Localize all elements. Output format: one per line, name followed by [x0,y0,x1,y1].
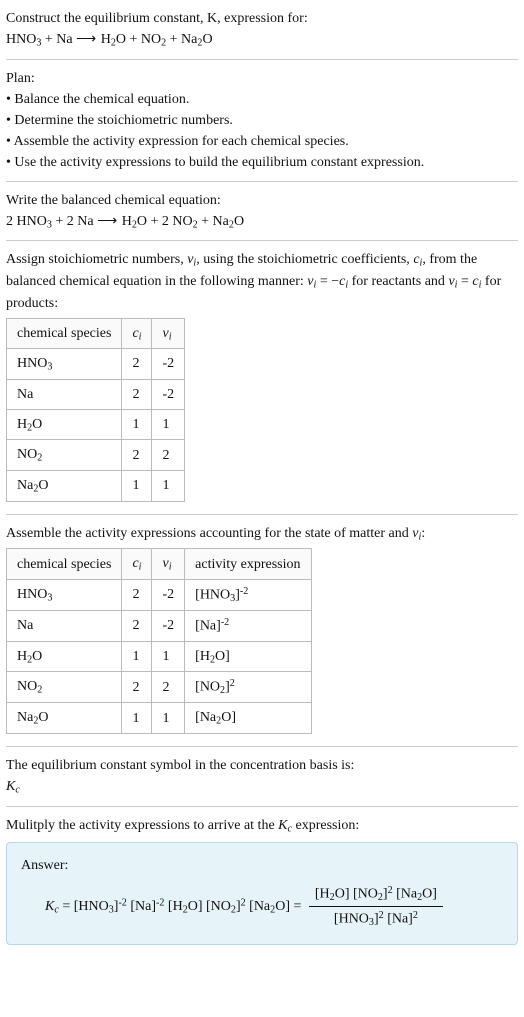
activity-table: chemical species ci νi activity expressi… [6,548,312,734]
kc-symbol-section: The equilibrium constant symbol in the c… [6,747,518,807]
answer-lhs: Kc = [HNO3]-2 [Na]-2 [H2O] [NO2]2 [Na2O]… [45,899,305,914]
cell-species: HNO3 [7,349,122,380]
cell-v: 1 [152,641,185,672]
cell-v: 2 [152,672,185,703]
col-ci: ci [122,318,152,349]
multiply-section: Mulitply the activity expressions to arr… [6,807,518,953]
intro-line1: Construct the equilibrium constant, K, e… [6,8,518,29]
cell-activity: [NO2]2 [185,672,311,703]
assign-text: Assign stoichiometric numbers, νi, using… [6,249,518,313]
cell-c: 1 [122,641,152,672]
beq-lhs: 2 HNO3 + 2 Na [6,214,94,229]
table-row: NO222 [7,440,185,471]
table-row: H2O11[H2O] [7,641,312,672]
cell-c: 2 [122,440,152,471]
plan-item: Balance the chemical equation. [6,89,518,110]
cell-v: -2 [152,611,185,642]
cell-v: 1 [152,471,185,502]
cell-c: 1 [122,409,152,440]
table-header-row: chemical species ci νi activity expressi… [7,549,312,580]
cell-v: -2 [152,579,185,610]
plan-section: Plan: Balance the chemical equation. Det… [6,60,518,182]
unbalanced-equation: HNO3 + Na ⟶ H2O + NO2 + Na2O [6,29,518,51]
cell-activity: [HNO3]-2 [185,579,311,610]
cell-c: 2 [122,579,152,610]
table-row: HNO32-2[HNO3]-2 [7,579,312,610]
table-row: HNO32-2 [7,349,185,380]
cell-species: Na [7,611,122,642]
cell-v: 2 [152,440,185,471]
cell-species: NO2 [7,672,122,703]
cell-c: 1 [122,703,152,734]
eq-lhs: HNO3 + Na [6,32,73,47]
cell-c: 2 [122,379,152,409]
intro-section: Construct the equilibrium constant, K, e… [6,8,518,60]
cell-species: Na2O [7,703,122,734]
activity-section: Assemble the activity expressions accoun… [6,515,518,747]
table-row: H2O11 [7,409,185,440]
answer-expression: Kc = [HNO3]-2 [Na]-2 [H2O] [NO2]2 [Na2O]… [21,882,503,931]
answer-box: Answer: Kc = [HNO3]-2 [Na]-2 [H2O] [NO2]… [6,842,518,944]
cell-c: 2 [122,349,152,380]
cell-v: -2 [152,349,185,380]
plan-item: Use the activity expressions to build th… [6,152,518,173]
table-header-row: chemical species ci νi [7,318,185,349]
balanced-heading: Write the balanced chemical equation: [6,190,518,211]
cell-c: 2 [122,611,152,642]
balanced-section: Write the balanced chemical equation: 2 … [6,182,518,242]
plan-item: Determine the stoichiometric numbers. [6,110,518,131]
fraction-denominator: [HNO3]2 [Na]2 [309,907,443,931]
table-row: Na2-2[Na]-2 [7,611,312,642]
cell-activity: [H2O] [185,641,311,672]
answer-fraction: [H2O] [NO2]2 [Na2O] [HNO3]2 [Na]2 [309,882,443,931]
balanced-equation: 2 HNO3 + 2 Na ⟶ H2O + 2 NO2 + Na2O [6,211,518,233]
cell-species: NO2 [7,440,122,471]
beq-rhs: H2O + 2 NO2 + Na2O [122,214,244,229]
col-vi: νi [152,549,185,580]
table-row: Na2O11 [7,471,185,502]
table-row: Na2O11[Na2O] [7,703,312,734]
cell-v: 1 [152,409,185,440]
fraction-numerator: [H2O] [NO2]2 [Na2O] [309,882,443,907]
cell-activity: [Na]-2 [185,611,311,642]
activity-heading: Assemble the activity expressions accoun… [6,523,518,545]
col-ci: ci [122,549,152,580]
cell-activity: [Na2O] [185,703,311,734]
beq-arrow: ⟶ [97,214,118,229]
cell-v: 1 [152,703,185,734]
col-species: chemical species [7,549,122,580]
cell-species: Na2O [7,471,122,502]
kc-line1: The equilibrium constant symbol in the c… [6,755,518,776]
cell-v: -2 [152,379,185,409]
plan-item: Assemble the activity expression for eac… [6,131,518,152]
table-row: Na2-2 [7,379,185,409]
assign-table: chemical species ci νi HNO32-2 Na2-2 H2O… [6,318,185,502]
eq-rhs: H2O + NO2 + Na2O [101,32,213,47]
multiply-heading: Mulitply the activity expressions to arr… [6,815,518,837]
cell-c: 1 [122,471,152,502]
eq-arrow: ⟶ [76,32,97,47]
cell-c: 2 [122,672,152,703]
cell-species: HNO3 [7,579,122,610]
cell-species: Na [7,379,122,409]
cell-species: H2O [7,409,122,440]
cell-species: H2O [7,641,122,672]
kc-line2: Kc [6,776,518,798]
plan-heading: Plan: [6,68,518,89]
intro-text: Construct the equilibrium constant, K, e… [6,11,308,26]
table-row: NO222[NO2]2 [7,672,312,703]
plan-list: Balance the chemical equation. Determine… [6,89,518,173]
col-activity: activity expression [185,549,311,580]
col-vi: νi [152,318,185,349]
assign-section: Assign stoichiometric numbers, νi, using… [6,241,518,514]
col-species: chemical species [7,318,122,349]
answer-label: Answer: [21,855,503,876]
